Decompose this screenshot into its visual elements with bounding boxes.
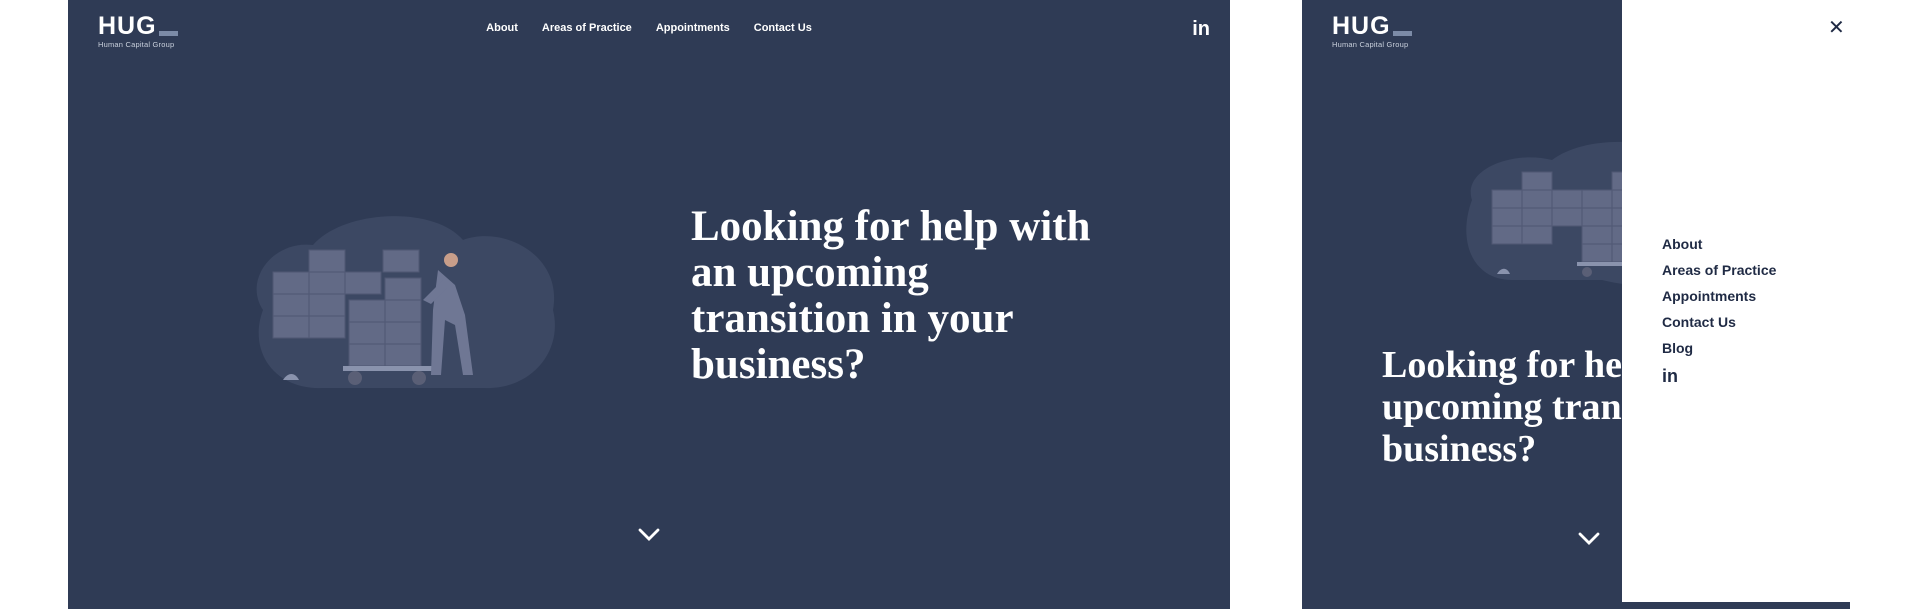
nav-appointments[interactable]: Appointments — [656, 22, 730, 34]
linkedin-icon[interactable]: in — [1662, 366, 1776, 387]
mobile-menu-item-contact-us[interactable]: Contact Us — [1662, 314, 1776, 330]
mobile-menu-item-blog[interactable]: Blog — [1662, 340, 1776, 356]
logo-mark: HUG — [1332, 12, 1412, 40]
logo-tagline: Human Capital Group — [1332, 40, 1409, 49]
mobile-menu-item-areas-of-practice[interactable]: Areas of Practice — [1662, 262, 1776, 278]
logo[interactable]: HUG Human Capital Group — [1332, 14, 1412, 49]
nav-contact-us[interactable]: Contact Us — [754, 22, 812, 34]
mobile-menu-item-appointments[interactable]: Appointments — [1662, 288, 1776, 304]
linkedin-icon[interactable]: in — [1192, 18, 1210, 41]
desktop-preview: HUG Human Capital Group About Areas of P… — [68, 0, 1230, 609]
mobile-menu-item-about[interactable]: About — [1662, 236, 1776, 252]
hero-headline: Looking for help with an upcoming transi… — [691, 203, 1091, 388]
nav-about[interactable]: About — [486, 22, 518, 34]
mobile-menu-drawer: ✕ About Areas of Practice Appointments C… — [1622, 0, 1920, 602]
chevron-down-icon[interactable] — [1578, 532, 1600, 546]
mobile-menu: About Areas of Practice Appointments Con… — [1662, 236, 1776, 387]
hero-illustration — [256, 216, 555, 389]
logo-bar — [1392, 31, 1412, 36]
nav-areas-of-practice[interactable]: Areas of Practice — [542, 22, 632, 34]
logo-tagline: Human Capital Group — [98, 40, 175, 49]
logo-text: HUG — [1332, 12, 1391, 40]
chevron-down-icon[interactable] — [638, 528, 660, 542]
close-icon[interactable]: ✕ — [1828, 15, 1845, 39]
main-nav: About Areas of Practice Appointments Con… — [68, 22, 1230, 34]
